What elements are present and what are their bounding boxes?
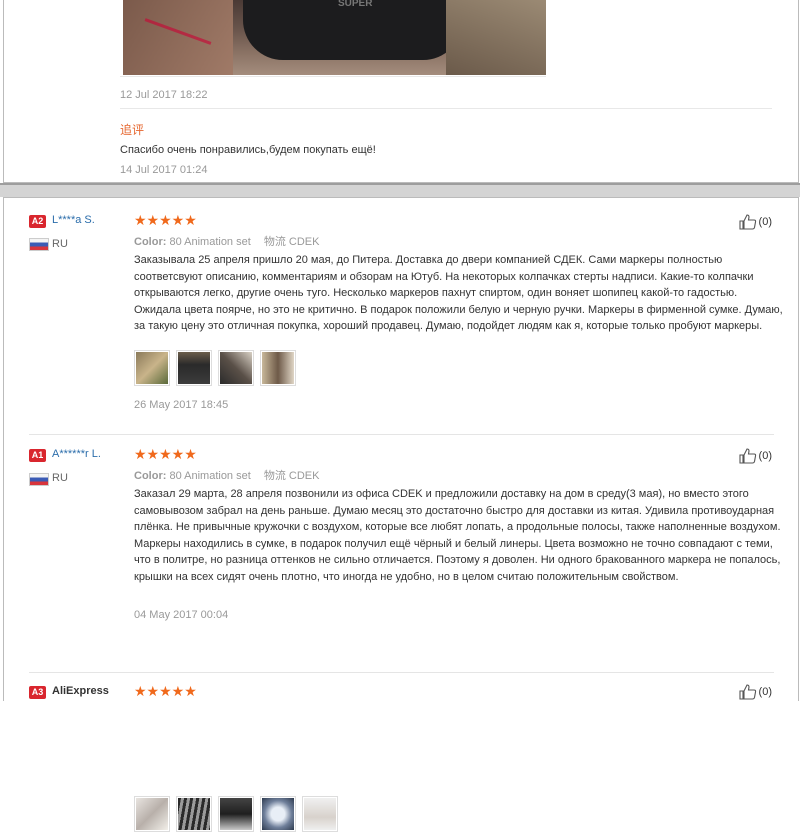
card-separator — [0, 183, 800, 197]
additional-feedback-label: 追评 — [120, 123, 145, 137]
helpful-button[interactable]: (0) — [738, 684, 772, 700]
additional-feedback-date: 14 Jul 2017 01:24 — [120, 164, 208, 176]
review-photo-thumb[interactable] — [260, 796, 296, 832]
country-flag-icon — [29, 473, 49, 486]
thumbs-up-icon — [738, 448, 756, 464]
buyer-level-badge: A2 — [29, 215, 46, 228]
additional-feedback-text: Спасибо очень понравились,будем покупать… — [120, 144, 376, 156]
review-photo-thumb[interactable] — [134, 796, 170, 832]
review-date: 04 May 2017 00:04 — [134, 609, 229, 621]
review-photos — [134, 350, 296, 386]
review-date: 26 May 2017 18:45 — [134, 399, 229, 411]
review-photo-thumb[interactable] — [134, 350, 170, 386]
star-rating: ★★★★★ — [134, 683, 197, 699]
order-info: Color: 80 Animation set 物流 CDEK — [134, 233, 319, 249]
color-label: Color: — [134, 470, 167, 482]
photo-bag-label: SUPER — [338, 0, 373, 9]
review-text: Заказывала 25 апреля пришло 20 мая, до П… — [134, 254, 783, 332]
reviews-card: A2 L****a S. RU ★★★★★ Color: 80 Animatio… — [3, 197, 799, 832]
color-value: 80 Animation set — [169, 470, 251, 482]
review-photos — [134, 796, 338, 832]
star-rating: ★★★★★ — [134, 446, 197, 462]
photo-bag — [243, 0, 463, 60]
star-rating: ★★★★★ — [134, 212, 197, 228]
review-photo-large[interactable]: SUPER — [123, 0, 546, 75]
review-photo-thumb[interactable] — [176, 350, 212, 386]
review-photo-thumb[interactable] — [302, 796, 338, 832]
review-divider — [29, 434, 774, 435]
reviewer-name[interactable]: AliExpress — [52, 685, 109, 697]
photo-divider — [120, 76, 546, 77]
helpful-count: (0) — [758, 216, 772, 228]
shipping-value: CDEK — [288, 236, 320, 248]
buyer-level-badge: A3 — [29, 686, 46, 699]
review-photo-thumb[interactable] — [176, 796, 212, 832]
reviewer-name[interactable]: A******r L. — [52, 448, 101, 460]
color-value: 80 Animation set — [169, 236, 251, 248]
thumbs-up-icon — [738, 684, 756, 700]
previous-review-card: SUPER 12 Jul 2017 18:22 追评 Спасибо очень… — [3, 0, 799, 183]
thumbs-up-icon — [738, 214, 756, 230]
reviewer-name[interactable]: L****a S. — [52, 214, 95, 226]
additional-feedback-divider — [120, 108, 772, 109]
photo-background — [446, 0, 546, 75]
reviewer-country: RU — [52, 238, 68, 250]
color-label: Color: — [134, 236, 167, 248]
review-text: Заказал 29 марта, 28 апреля позвонили из… — [134, 488, 781, 583]
country-flag-icon — [29, 238, 49, 251]
shipping-label: 物流 — [263, 470, 286, 482]
shipping-value: CDEK — [288, 470, 320, 482]
review-photo-thumb[interactable] — [218, 350, 254, 386]
helpful-button[interactable]: (0) — [738, 448, 772, 464]
review-photo-thumb[interactable] — [260, 350, 296, 386]
helpful-count: (0) — [758, 686, 772, 698]
helpful-count: (0) — [758, 450, 772, 462]
review-divider — [29, 672, 774, 673]
reviewer-country: RU — [52, 472, 68, 484]
review-date: 12 Jul 2017 18:22 — [120, 89, 208, 101]
review-photo-thumb[interactable] — [218, 796, 254, 832]
helpful-button[interactable]: (0) — [738, 214, 772, 230]
order-info: Color: 80 Animation set 物流 CDEK — [134, 467, 319, 483]
shipping-label: 物流 — [263, 236, 286, 248]
photo-arm — [123, 0, 233, 75]
buyer-level-badge: A1 — [29, 449, 46, 462]
